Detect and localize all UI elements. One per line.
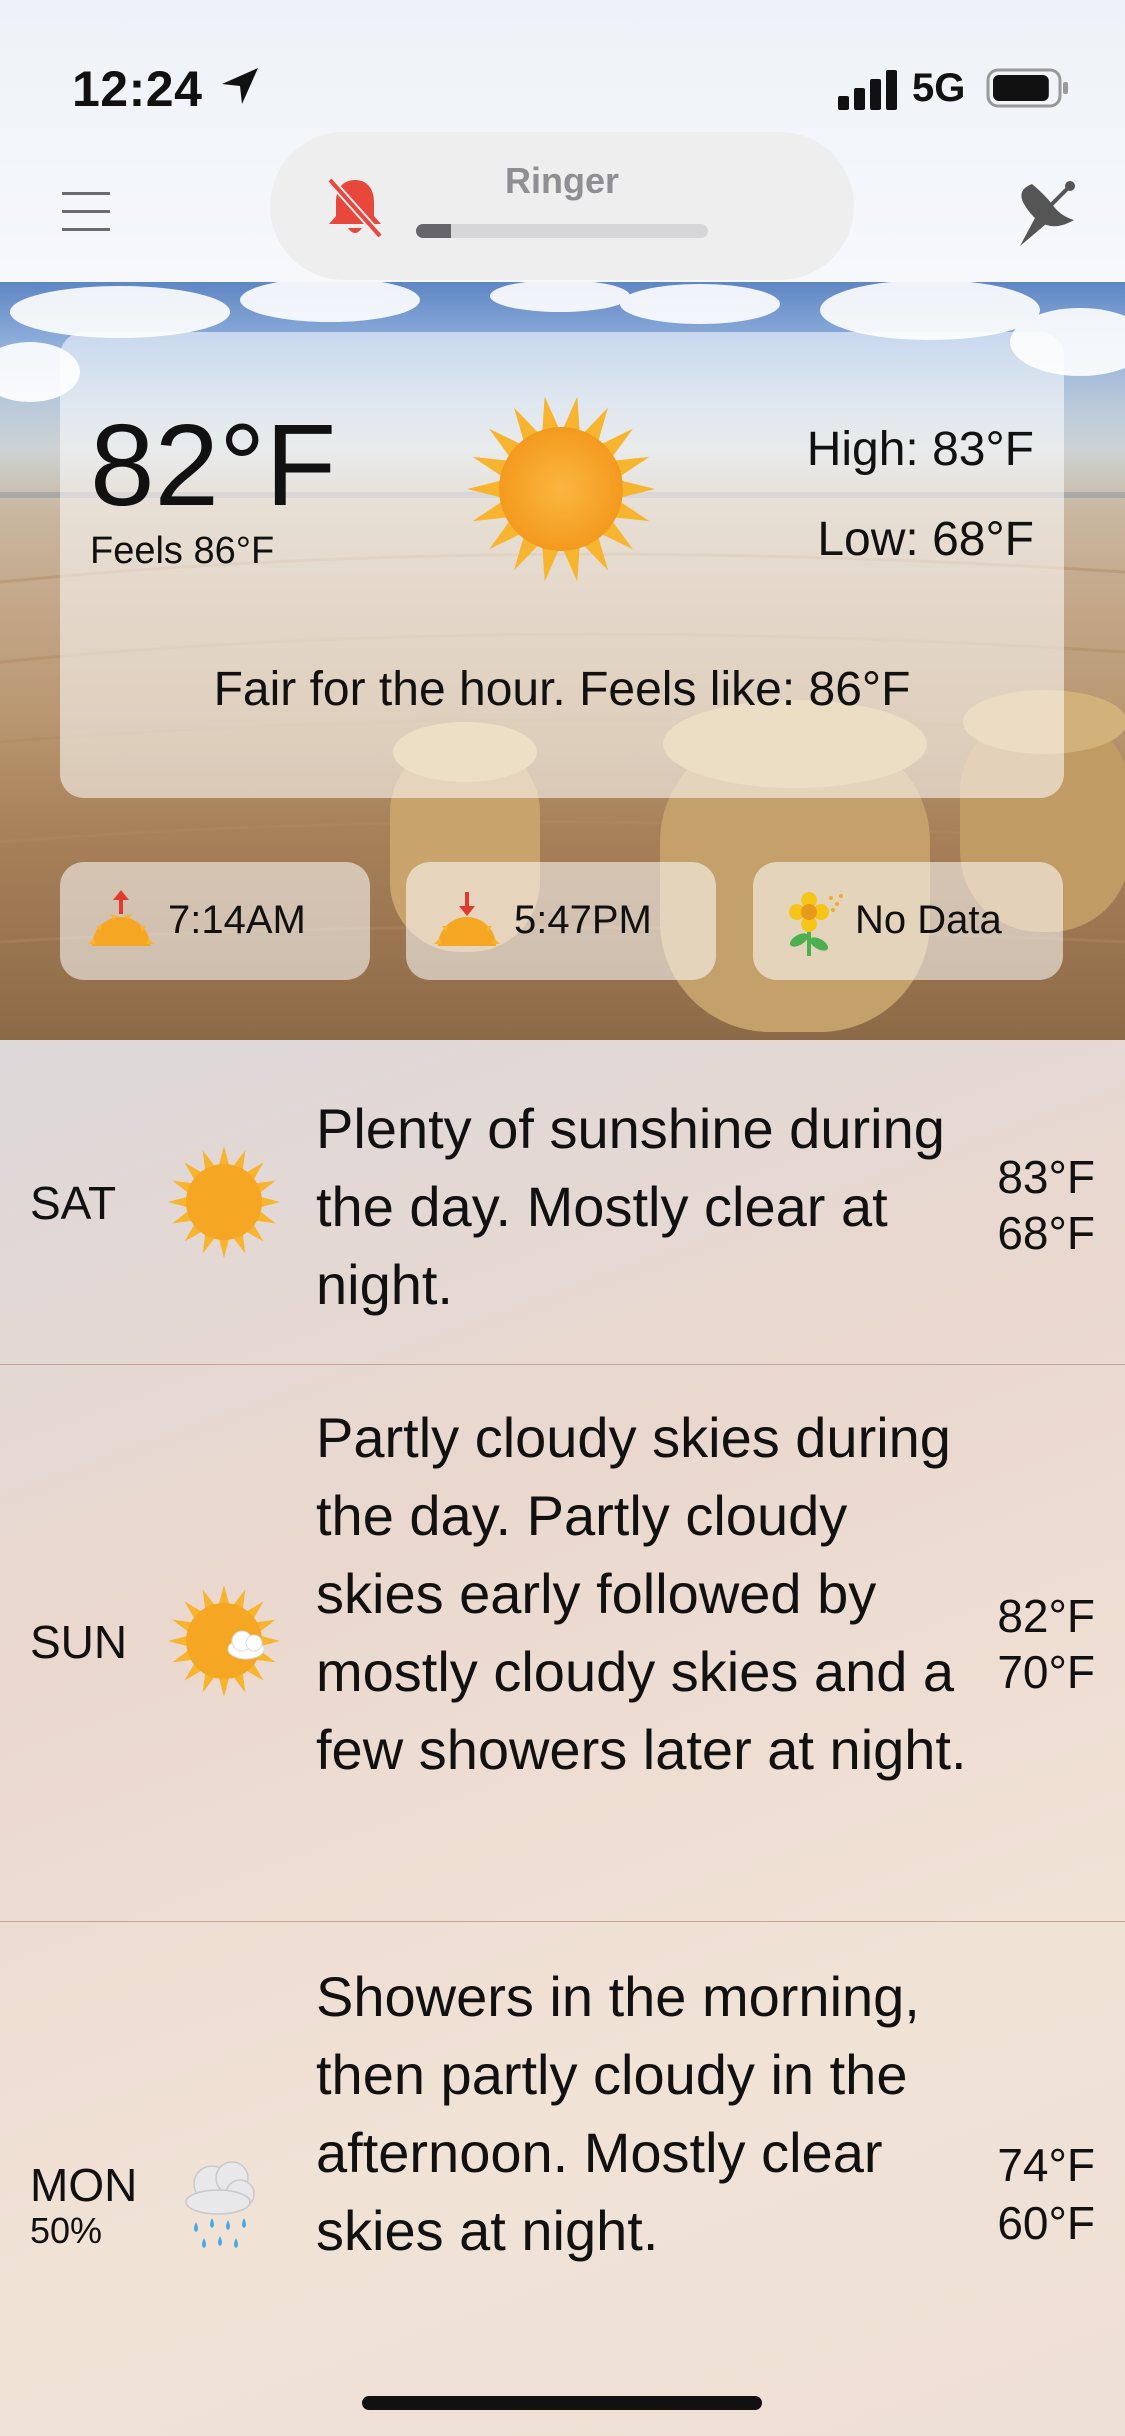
forecast-row-sun[interactable]: SUN Partly cloudy skies during the day. … [0,1365,1125,1922]
day-low: 70°F [997,1646,1095,1698]
ringer-volume-fill [416,224,452,238]
pollen-chip[interactable]: No Data [753,862,1063,980]
current-conditions-card: 82°F Feels 86°F High: 83°F Low: 68°F Fai… [60,332,1064,798]
feels-like-short: Feels 86°F [90,530,275,572]
daily-forecast-list: SAT Plenty of sunshine during the day. M… [0,1040,1125,2436]
ringer-volume-slider[interactable] [416,224,708,238]
precip-chance: 50% [30,2210,103,2251]
network-type: 5G [912,66,966,110]
sunset-icon [434,892,500,946]
pollen-flower-icon [789,892,843,956]
day-description: Plenty of sunshine during the day. Mostl… [316,1097,945,1316]
ringer-label: Ringer [504,160,619,201]
satellite-dish-button[interactable] [1010,176,1082,252]
sunrise-time: 7:14AM [168,898,306,942]
sunset-time: 5:47PM [514,898,652,942]
hourly-summary: Fair for the hour. Feels like: 86°F [213,663,911,716]
rain-cloud-icon [185,2161,255,2248]
forecast-row-mon[interactable]: MON 50% Showers in the morning, then par… [0,1922,1125,2436]
day-high: 83°F [997,1151,1095,1203]
current-temperature: 82°F [90,400,337,530]
day-name: MON [30,2159,138,2211]
sunrise-icon [88,890,154,946]
pollen-value: No Data [855,898,1002,942]
day-description: Partly cloudy skies during the day. Part… [316,1406,967,1781]
cellular-signal-icon [838,70,897,110]
menu-button[interactable] [56,186,116,238]
battery-icon [986,68,1068,108]
sun-icon [467,396,655,582]
status-time: 12:24 [72,61,203,117]
sunset-chip[interactable]: 5:47PM [406,862,716,980]
hamburger-icon [62,192,110,231]
day-description: Showers in the morning, then partly clou… [316,1965,920,2262]
current-conditions-hero: 82°F Feels 86°F High: 83°F Low: 68°F Fai… [0,282,1125,1040]
day-high: 82°F [997,1590,1095,1642]
sunrise-chip[interactable]: 7:14AM [60,862,370,980]
day-low: 68°F [997,1207,1095,1259]
forecast-row-sat[interactable]: SAT Plenty of sunshine during the day. M… [0,1040,1125,1365]
location-arrow-icon [222,68,258,104]
header-bar: 12:24 5G Ringer [0,0,1125,282]
home-indicator[interactable] [362,2396,762,2410]
sun-cloud-icon [168,1585,280,1697]
sun-ray [618,479,655,499]
low-temperature: Low: 68°F [817,513,1034,566]
day-name: SUN [30,1616,128,1668]
day-high: 74°F [997,2139,1095,2191]
sun-ray [467,479,504,499]
day-name: SAT [30,1177,117,1229]
ringer-control[interactable]: Ringer [270,132,854,280]
high-temperature: High: 83°F [806,423,1034,476]
satellite-dish-icon [1020,181,1075,246]
day-low: 60°F [997,2197,1095,2249]
sun-icon [168,1146,280,1258]
